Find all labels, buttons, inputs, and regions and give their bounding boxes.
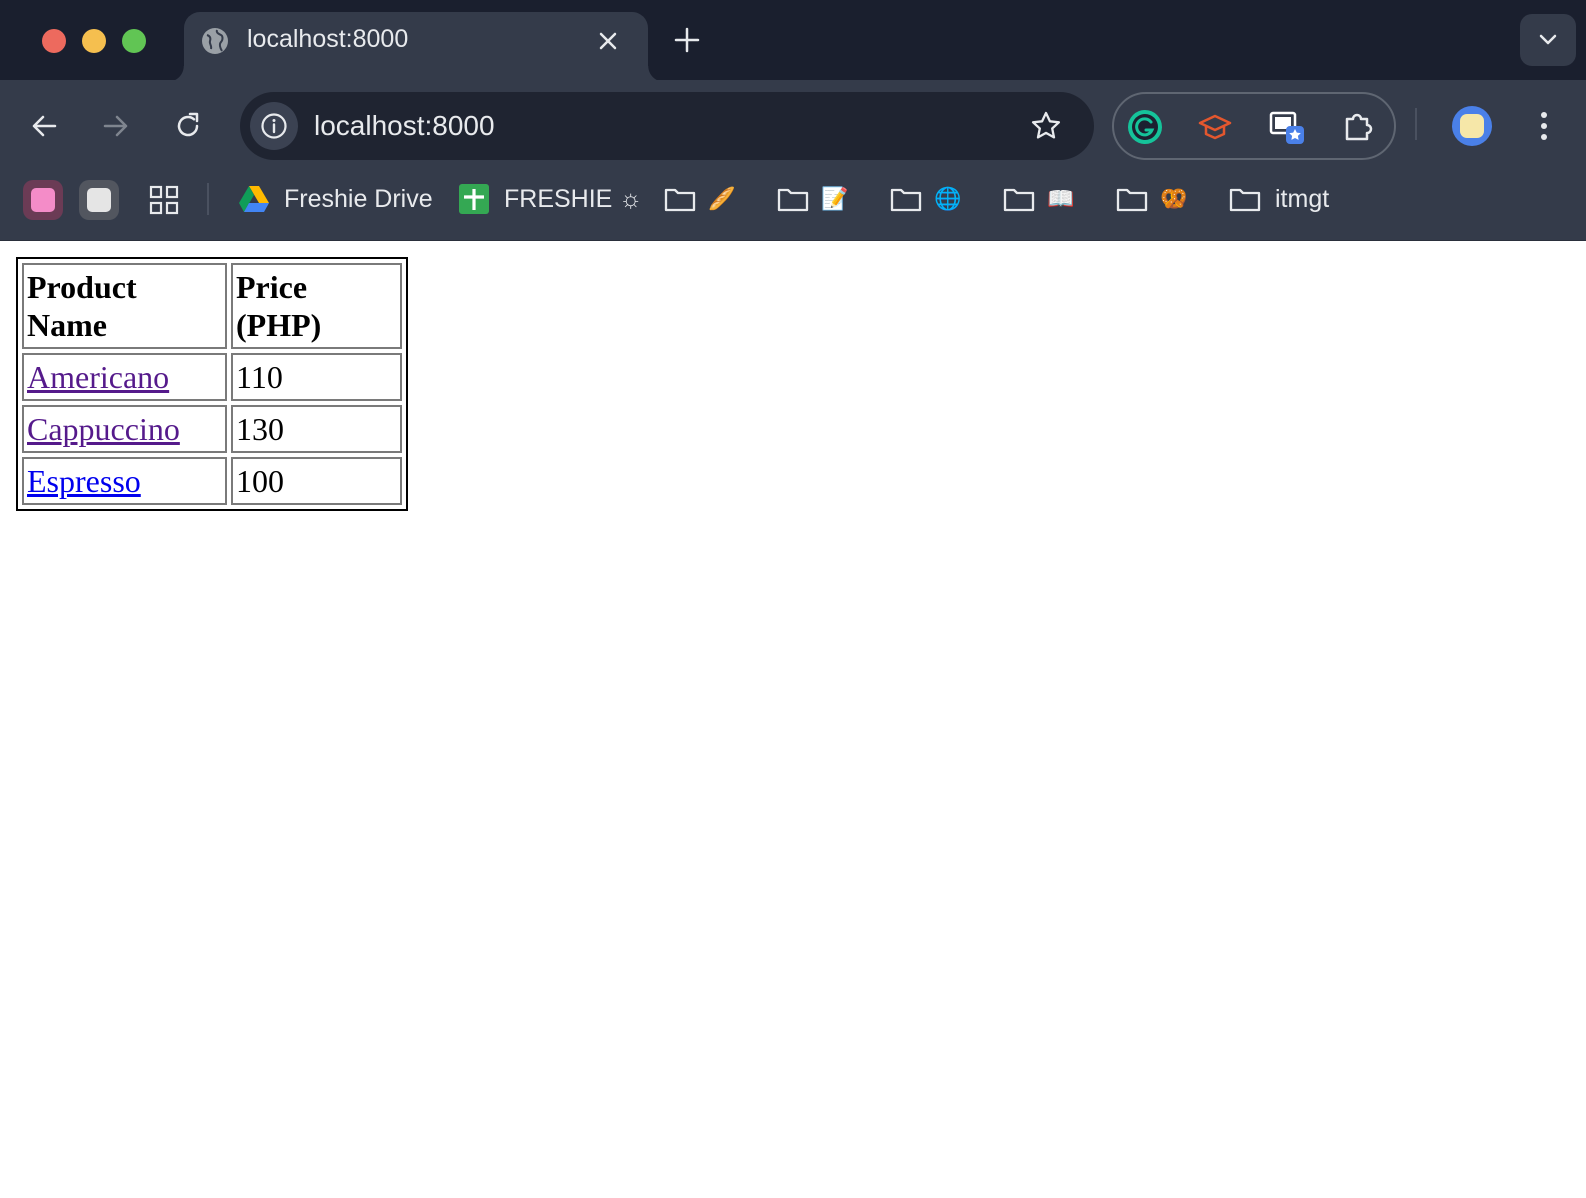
browser-window-chrome: localhost:8000 localhost:8000 Freshie Dr… xyxy=(0,0,1586,241)
bookmark-folder-bread[interactable]: 🥖 xyxy=(664,179,735,219)
profile-avatar[interactable] xyxy=(1452,106,1492,146)
tab-title: localhost:8000 xyxy=(247,25,409,53)
bookmark-label: Freshie Drive xyxy=(284,184,433,213)
toolbar-separator xyxy=(1415,108,1417,140)
tab-search-button[interactable] xyxy=(1520,14,1576,66)
bookmark-folder-pretzel[interactable]: 🥨 xyxy=(1116,179,1187,219)
new-tab-icon[interactable] xyxy=(672,25,702,55)
folder-icon xyxy=(1116,188,1148,212)
graduation-cap-icon[interactable] xyxy=(1196,108,1234,146)
product-link-americano[interactable]: Americano xyxy=(27,359,169,395)
address-bar[interactable]: localhost:8000 xyxy=(240,92,1094,160)
product-name-cell: Cappuccino xyxy=(22,405,227,453)
bookmark-app-pink[interactable] xyxy=(23,180,63,220)
close-tab-icon[interactable] xyxy=(594,27,622,55)
browser-toolbar: localhost:8000 xyxy=(0,80,1586,170)
bookmark-label: itmgt xyxy=(1275,184,1330,213)
maximize-window-button[interactable] xyxy=(122,29,146,53)
extensions-group xyxy=(1112,92,1396,160)
folder-icon xyxy=(1003,188,1035,212)
products-table: Product Name Price (PHP) Americano 110 C… xyxy=(16,257,408,511)
price-cell: 110 xyxy=(231,353,402,401)
bookmark-emoji: 📖 xyxy=(1047,186,1075,212)
grammarly-icon[interactable] xyxy=(1126,108,1164,146)
bookmark-emoji: 🥖 xyxy=(708,186,736,212)
folder-icon xyxy=(890,188,922,212)
bookmark-emoji: 🌐 xyxy=(934,186,962,212)
product-name-cell: Americano xyxy=(22,353,227,401)
tab-star-icon[interactable] xyxy=(1268,108,1306,146)
minimize-window-button[interactable] xyxy=(82,29,106,53)
column-header-product-name: Product Name xyxy=(22,263,227,349)
title-bar: localhost:8000 xyxy=(0,0,1586,82)
globe-icon xyxy=(202,28,228,54)
folder-icon xyxy=(664,188,696,212)
column-header-price: Price (PHP) xyxy=(231,263,402,349)
url-text: localhost:8000 xyxy=(314,110,495,141)
bookmark-freshie-sheet[interactable]: FRESHIE ☼ xyxy=(458,179,642,219)
folder-icon xyxy=(777,188,809,212)
product-name-cell: Espresso xyxy=(22,457,227,505)
table-row: Cappuccino 130 xyxy=(22,405,402,453)
active-tab[interactable]: localhost:8000 xyxy=(168,12,664,82)
price-cell: 100 xyxy=(231,457,402,505)
bookmark-emoji: 📝 xyxy=(821,186,849,212)
forward-arrow-icon[interactable] xyxy=(100,110,132,142)
product-link-espresso[interactable]: Espresso xyxy=(27,463,141,499)
bookmark-freshie-drive[interactable]: Freshie Drive xyxy=(238,179,433,219)
reload-icon[interactable] xyxy=(172,110,204,142)
google-drive-icon xyxy=(239,186,269,212)
more-menu-icon[interactable] xyxy=(1528,108,1560,144)
table-header-row: Product Name Price (PHP) xyxy=(22,263,402,349)
price-cell: 130 xyxy=(231,405,402,453)
site-info-button[interactable] xyxy=(250,102,298,150)
bookmark-folder-book[interactable]: 📖 xyxy=(1003,179,1074,219)
apps-grid-icon[interactable] xyxy=(148,184,180,216)
google-sheets-icon xyxy=(459,184,489,214)
puzzle-piece-icon[interactable] xyxy=(1340,108,1378,146)
bookmark-label: FRESHIE ☼ xyxy=(504,184,643,213)
page-content: Product Name Price (PHP) Americano 110 C… xyxy=(0,241,1586,1198)
bookmark-star-icon[interactable] xyxy=(1030,110,1062,142)
bookmark-emoji: 🥨 xyxy=(1160,186,1188,212)
info-icon xyxy=(261,113,287,139)
folder-icon xyxy=(1229,188,1261,212)
bookmark-folder-itmgt[interactable]: itmgt xyxy=(1229,179,1329,219)
bookmark-folder-globe[interactable]: 🌐 xyxy=(890,179,961,219)
table-row: Espresso 100 xyxy=(22,457,402,505)
bookmarks-separator xyxy=(207,183,209,215)
bookmark-app-gray[interactable] xyxy=(79,180,119,220)
back-arrow-icon[interactable] xyxy=(28,110,60,142)
chevron-down-icon xyxy=(1539,34,1557,45)
table-row: Americano 110 xyxy=(22,353,402,401)
product-link-cappuccino[interactable]: Cappuccino xyxy=(27,411,180,447)
bookmark-folder-memo[interactable]: 📝 xyxy=(777,179,848,219)
close-window-button[interactable] xyxy=(42,29,66,53)
bookmarks-bar: Freshie Drive FRESHIE ☼ 🥖 📝 � xyxy=(0,170,1586,241)
